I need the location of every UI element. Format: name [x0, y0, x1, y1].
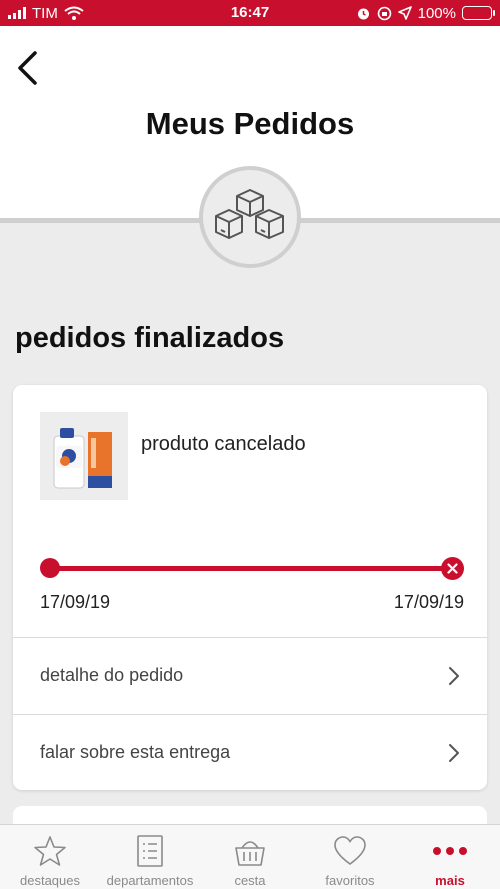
rotation-lock-icon: [377, 6, 391, 20]
detergent-bottle-image: [53, 428, 112, 489]
tab-departamentos[interactable]: departamentos: [100, 825, 200, 889]
delivery-feedback-label: falar sobre esta entrega: [40, 742, 231, 762]
star-icon: [34, 836, 66, 866]
tab-favoritos[interactable]: favoritos: [300, 825, 400, 889]
battery-icon: [462, 6, 495, 20]
progress-cancel-icon: [441, 557, 464, 580]
product-status: produto cancelado: [141, 433, 306, 455]
back-button[interactable]: [10, 48, 44, 88]
section-title: pedidos finalizados: [15, 322, 285, 354]
tab-label: favoritos: [325, 873, 375, 888]
order-detail-row[interactable]: detalhe do pedido: [13, 638, 487, 713]
tab-cesta[interactable]: cesta: [200, 825, 300, 889]
list-icon: [137, 835, 163, 867]
progress-start-dot: [40, 558, 60, 578]
tab-mais[interactable]: mais: [400, 825, 500, 889]
tab-label: destaques: [20, 873, 80, 888]
battery-percent: 100%: [417, 4, 456, 22]
status-right: 100%: [356, 0, 495, 26]
order-detail-label: detalhe do pedido: [40, 665, 184, 685]
order-card: produto cancelado 17/09/19 17/09/19 deta…: [13, 385, 487, 790]
tab-label: cesta: [234, 873, 266, 888]
page-title: Meus Pedidos: [145, 106, 355, 141]
heart-icon: [334, 836, 366, 865]
chevron-right-icon: [449, 743, 459, 762]
location-icon: [397, 6, 412, 20]
delivery-feedback-row[interactable]: falar sobre esta entrega: [13, 715, 487, 790]
tab-bar: destaques departamentos cesta favoritos: [0, 824, 500, 889]
chevron-left-icon: [18, 51, 37, 85]
progress-line: [50, 566, 452, 571]
alarm-icon: [357, 8, 369, 19]
basket-icon: [235, 841, 265, 866]
tab-label: mais: [435, 873, 465, 888]
close-icon: [447, 563, 458, 574]
status-bar: TIM 16:47 100%: [0, 0, 500, 26]
boxes-icon: [215, 189, 284, 239]
more-icon: [433, 847, 467, 855]
product-image[interactable]: [40, 412, 128, 500]
tab-destaques[interactable]: destaques: [0, 825, 100, 889]
header-icon-badge: [199, 166, 301, 268]
date-start: 17/09/19: [40, 592, 111, 612]
chevron-right-icon: [449, 666, 459, 685]
date-end: 17/09/19: [393, 592, 464, 612]
tab-label: departamentos: [106, 873, 194, 888]
